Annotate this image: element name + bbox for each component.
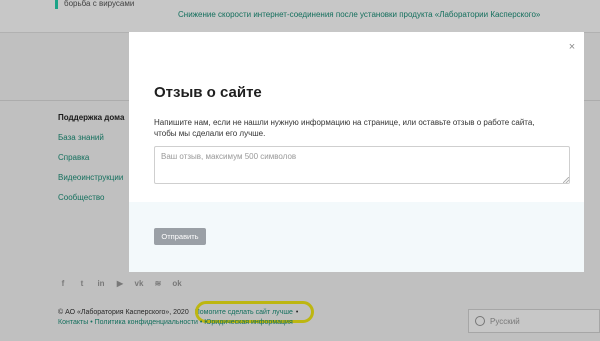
feedback-modal: × Отзыв о сайте Напишите нам, если не на… bbox=[129, 32, 584, 272]
close-icon[interactable]: × bbox=[565, 40, 579, 54]
modal-description: Напишите нам, если не нашли нужную инфор… bbox=[154, 118, 535, 138]
feedback-textarea[interactable] bbox=[154, 146, 570, 184]
resize-handle-icon[interactable] bbox=[563, 177, 569, 183]
modal-title: Отзыв о сайте bbox=[154, 84, 262, 101]
submit-button[interactable]: Отправить bbox=[154, 228, 206, 245]
